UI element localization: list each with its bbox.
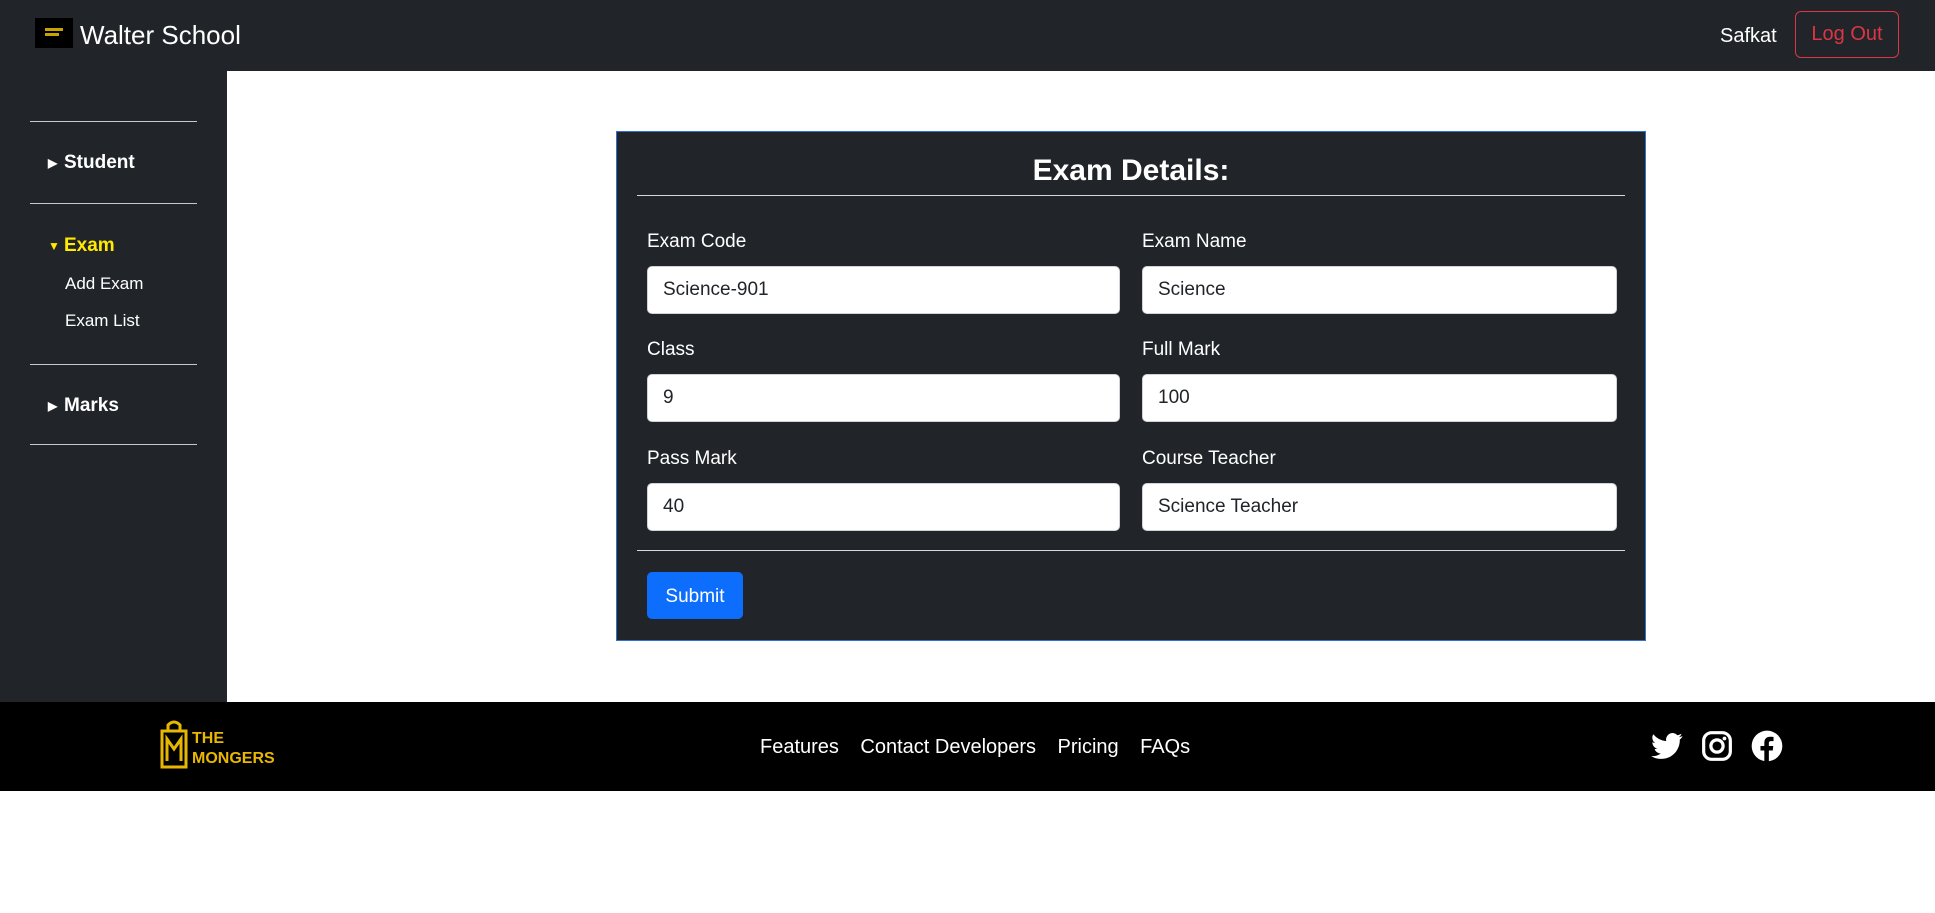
class-input[interactable] (647, 374, 1120, 422)
sidebar-divider (30, 444, 197, 445)
footer-nav: Features Contact Developers Pricing FAQs (760, 736, 1207, 759)
form-footer-divider (637, 550, 1625, 551)
logo-line-2: MONGERS (192, 750, 275, 767)
sidebar: ▶ Student ▼ Exam Add Exam Exam List ▶ Marks (0, 71, 227, 702)
submit-button[interactable]: Submit (647, 572, 743, 619)
brand-logo-mark (45, 33, 59, 36)
footer: THE MONGERS Features Contact Developers … (0, 702, 1935, 791)
twitter-icon[interactable] (1651, 730, 1683, 762)
instagram-icon[interactable] (1701, 730, 1733, 762)
sidebar-item-label: Student (64, 152, 135, 173)
exam-name-input[interactable] (1142, 266, 1617, 314)
sidebar-divider (30, 364, 197, 365)
brand-logo-mark (45, 28, 63, 31)
pass-mark-input[interactable] (647, 483, 1120, 531)
caret-right-icon: ▶ (48, 155, 58, 170)
exam-details-card: Exam Details: Exam Code Exam Name Class … (616, 131, 1646, 641)
course-teacher-label: Course Teacher (1142, 448, 1276, 469)
footer-link-features[interactable]: Features (760, 736, 839, 758)
logo-line-1: THE (192, 730, 224, 747)
pass-mark-label: Pass Mark (647, 448, 737, 469)
top-navbar: Walter School Safkat Log Out (0, 0, 1935, 71)
brand-name[interactable]: Walter School (80, 18, 241, 52)
sidebar-item-student[interactable]: ▶ Student (48, 152, 135, 174)
caret-down-icon: ▼ (48, 238, 60, 253)
brand-logo[interactable] (35, 18, 73, 48)
mongers-logo-icon: THE MONGERS (160, 720, 275, 769)
title-divider (637, 195, 1625, 196)
footer-link-contact[interactable]: Contact Developers (860, 736, 1036, 758)
full-mark-input[interactable] (1142, 374, 1617, 422)
sidebar-divider (30, 203, 197, 204)
logout-button[interactable]: Log Out (1795, 11, 1899, 58)
sidebar-item-exam[interactable]: ▼ Exam (48, 235, 115, 257)
footer-link-faqs[interactable]: FAQs (1140, 736, 1190, 758)
exam-code-input[interactable] (647, 266, 1120, 314)
form-title: Exam Details: (1032, 154, 1230, 187)
facebook-icon[interactable] (1751, 730, 1783, 762)
exam-name-label: Exam Name (1142, 231, 1247, 252)
sidebar-item-label: Exam (64, 235, 115, 256)
footer-link-pricing[interactable]: Pricing (1058, 736, 1119, 758)
full-mark-label: Full Mark (1142, 339, 1221, 360)
user-name: Safkat (1720, 25, 1777, 47)
sidebar-subitem-exam-list[interactable]: Exam List (65, 311, 140, 331)
sidebar-divider (30, 121, 197, 122)
sidebar-item-marks[interactable]: ▶ Marks (48, 395, 119, 417)
course-teacher-input[interactable] (1142, 483, 1617, 531)
sidebar-subitem-add-exam[interactable]: Add Exam (65, 274, 143, 294)
exam-code-label: Exam Code (647, 231, 747, 252)
mongers-logo[interactable]: THE MONGERS (158, 719, 278, 776)
sidebar-item-label: Marks (64, 395, 119, 416)
caret-right-icon: ▶ (48, 398, 58, 413)
class-label: Class (647, 339, 695, 360)
